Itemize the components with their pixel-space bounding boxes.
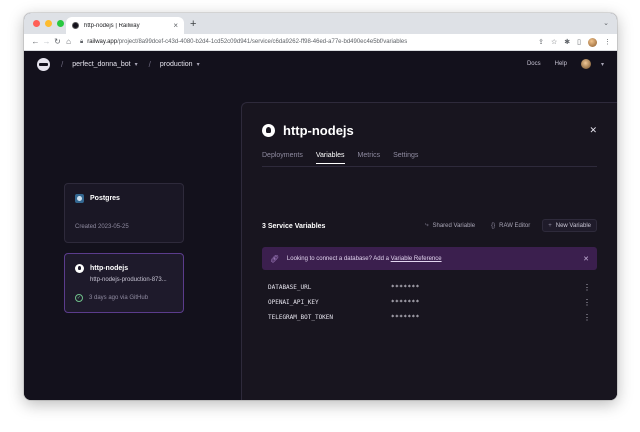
banner-text: Looking to connect a database? Add a bbox=[286, 255, 389, 262]
extensions-icon[interactable]: ✱ bbox=[564, 39, 570, 46]
close-window-button[interactable] bbox=[33, 20, 40, 27]
account-menu[interactable]: ▾ bbox=[580, 59, 604, 69]
close-banner-icon[interactable]: ✕ bbox=[583, 255, 589, 263]
top-navigation: / perfect_donna_bot ▾ / production ▾ Doc… bbox=[24, 51, 617, 77]
chevron-down-icon: ▾ bbox=[600, 61, 604, 68]
project-breadcrumb[interactable]: perfect_donna_bot bbox=[72, 61, 130, 68]
link-icon: 🔗︎ bbox=[270, 255, 279, 263]
maximize-window-button[interactable] bbox=[57, 20, 64, 27]
railway-app: / perfect_donna_bot ▾ / production ▾ Doc… bbox=[24, 51, 617, 400]
tabs-divider bbox=[262, 166, 597, 167]
more-menu-icon[interactable]: ⋮ bbox=[604, 39, 611, 46]
tab-search-chevron-icon[interactable]: ⌄ bbox=[603, 19, 609, 27]
new-variable-label: New Variable bbox=[555, 222, 591, 229]
shared-variable-label: Shared Variable bbox=[432, 222, 476, 229]
address-bar: ← → ↻ ⌂ 🔒︎ railway.app/project/8a99dcef-… bbox=[24, 34, 617, 51]
panel-tabs: Deployments Variables Metrics Settings bbox=[262, 152, 418, 164]
deploy-status: 3 days ago via GitHub bbox=[89, 295, 149, 301]
sidebar-icon[interactable]: ▯ bbox=[577, 39, 581, 46]
service-domain: http-nodejs-production-873... bbox=[90, 277, 167, 283]
star-icon[interactable]: ☆ bbox=[551, 39, 557, 46]
panel-title: http-nodejs bbox=[283, 123, 354, 138]
environment-breadcrumb[interactable]: production bbox=[160, 61, 193, 68]
plus-icon: + bbox=[548, 222, 552, 229]
postgres-service-card[interactable]: Postgres Created 2023-05-25 bbox=[64, 183, 184, 243]
github-icon bbox=[75, 264, 84, 273]
new-tab-icon[interactable]: + bbox=[190, 17, 196, 31]
github-icon bbox=[262, 124, 275, 137]
lock-icon: 🔒︎ bbox=[80, 38, 84, 45]
code-brackets-icon: {} bbox=[491, 222, 496, 229]
raw-editor-label: RAW Editor bbox=[499, 222, 531, 229]
tab-settings[interactable]: Settings bbox=[393, 152, 418, 164]
card-title: http-nodejs bbox=[90, 265, 129, 272]
shared-variable-icon: ⤷ bbox=[425, 222, 429, 228]
raw-editor-button[interactable]: {} RAW Editor bbox=[487, 219, 534, 232]
check-circle-icon: ✓ bbox=[75, 294, 83, 302]
url-host: railway.app bbox=[87, 39, 118, 45]
railway-favicon-icon bbox=[72, 22, 79, 29]
created-date: Created 2023-05-25 bbox=[75, 224, 129, 230]
help-link[interactable]: Help bbox=[555, 61, 567, 67]
url-field[interactable]: 🔒︎ railway.app/project/8a99dcef-c43d-408… bbox=[80, 36, 530, 48]
close-tab-icon[interactable]: × bbox=[173, 21, 178, 30]
variable-value[interactable]: ******* bbox=[391, 299, 583, 306]
chevron-down-icon[interactable]: ▾ bbox=[197, 61, 200, 68]
browser-tab-bar: http-nodejs | Railway × + ⌄ bbox=[24, 13, 617, 34]
back-arrow-icon[interactable]: ← bbox=[30, 38, 41, 46]
docs-link[interactable]: Docs bbox=[527, 61, 541, 67]
card-title: Postgres bbox=[90, 195, 120, 202]
variable-reference-link[interactable]: Variable Reference bbox=[391, 256, 442, 262]
variables-count-title: 3 Service Variables bbox=[262, 223, 326, 230]
http-nodejs-service-card[interactable]: http-nodejs http-nodejs-production-873..… bbox=[64, 253, 184, 313]
browser-tab[interactable]: http-nodejs | Railway × bbox=[66, 17, 184, 34]
tab-metrics[interactable]: Metrics bbox=[358, 152, 381, 164]
service-panel: http-nodejs ✕ Deployments Variables Metr… bbox=[241, 102, 617, 400]
tab-variables[interactable]: Variables bbox=[315, 152, 345, 164]
variable-name: TELEGRAM_BOT_TOKEN bbox=[268, 313, 334, 321]
profile-avatar[interactable] bbox=[588, 37, 597, 47]
more-options-icon[interactable]: ⋮ bbox=[583, 298, 591, 307]
avatar bbox=[580, 59, 591, 69]
share-icon[interactable]: ⇪ bbox=[538, 39, 544, 46]
breadcrumb-separator: / bbox=[148, 59, 151, 69]
variable-value[interactable]: ******* bbox=[391, 314, 583, 321]
variable-name: DATABASE_URL bbox=[268, 283, 312, 291]
tab-title: http-nodejs | Railway bbox=[84, 22, 140, 29]
postgres-icon bbox=[75, 194, 84, 203]
variable-value[interactable]: ******* bbox=[391, 284, 583, 291]
window-controls bbox=[33, 20, 64, 27]
close-icon[interactable]: ✕ bbox=[589, 125, 597, 136]
railway-logo-icon[interactable] bbox=[37, 57, 50, 71]
database-hint-banner: 🔗︎ Looking to connect a database? Add a … bbox=[262, 247, 597, 270]
url-path: /project/8a99dcef-c43d-4080-b2d4-1cd52c0… bbox=[117, 39, 408, 45]
forward-arrow-icon[interactable]: → bbox=[41, 38, 52, 46]
variable-name: OPENAI_API_KEY bbox=[268, 298, 319, 306]
browser-window: http-nodejs | Railway × + ⌄ ← → ↻ ⌂ 🔒︎ r… bbox=[24, 13, 617, 400]
variable-row[interactable]: TELEGRAM_BOT_TOKEN ******* ⋮ bbox=[268, 311, 591, 323]
shared-variable-button[interactable]: ⤷ Shared Variable bbox=[421, 219, 479, 232]
chevron-down-icon[interactable]: ▾ bbox=[135, 61, 138, 68]
new-variable-button[interactable]: + New Variable bbox=[542, 219, 597, 232]
minimize-window-button[interactable] bbox=[45, 20, 52, 27]
variable-row[interactable]: DATABASE_URL ******* ⋮ bbox=[268, 281, 591, 293]
more-options-icon[interactable]: ⋮ bbox=[583, 283, 591, 292]
home-icon[interactable]: ⌂ bbox=[63, 38, 74, 46]
variable-row[interactable]: OPENAI_API_KEY ******* ⋮ bbox=[268, 296, 591, 308]
more-options-icon[interactable]: ⋮ bbox=[583, 313, 591, 322]
tab-deployments[interactable]: Deployments bbox=[262, 152, 303, 164]
breadcrumb-separator: / bbox=[61, 59, 64, 69]
reload-icon[interactable]: ↻ bbox=[52, 38, 63, 46]
